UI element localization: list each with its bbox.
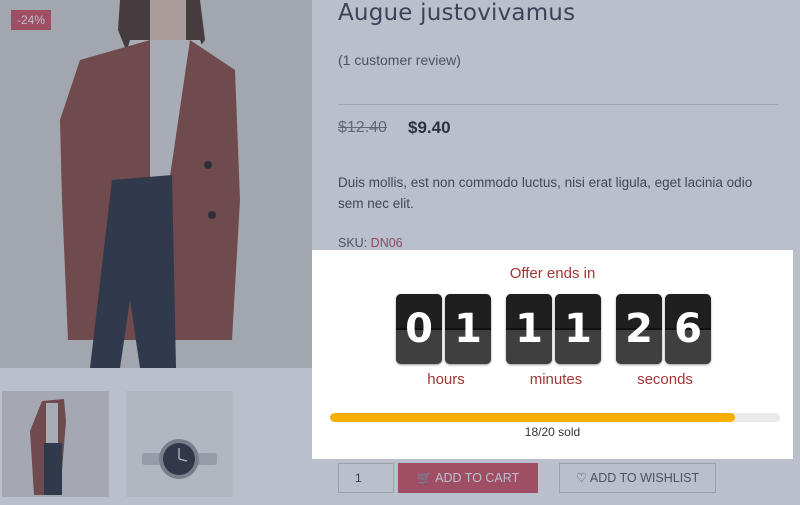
sold-progress-fill: [330, 413, 735, 422]
minutes-digit-1: 1: [506, 294, 552, 364]
seconds-digit-2: 6: [665, 294, 711, 364]
countdown-popup: Offer ends in 0 1 1 1 2 6 hours minutes …: [312, 250, 793, 459]
hours-label: hours: [427, 371, 465, 388]
seconds-label: seconds: [637, 371, 693, 388]
sold-progress-bar: [330, 413, 780, 422]
sold-count: 18/20 sold: [524, 425, 581, 439]
offer-title: Offer ends in: [509, 265, 596, 282]
seconds-digit-1: 2: [616, 294, 662, 364]
minutes-digit-2: 1: [555, 294, 601, 364]
hours-digit-1: 0: [396, 294, 442, 364]
hours-digit-2: 1: [445, 294, 491, 364]
minutes-label: minutes: [529, 371, 583, 388]
